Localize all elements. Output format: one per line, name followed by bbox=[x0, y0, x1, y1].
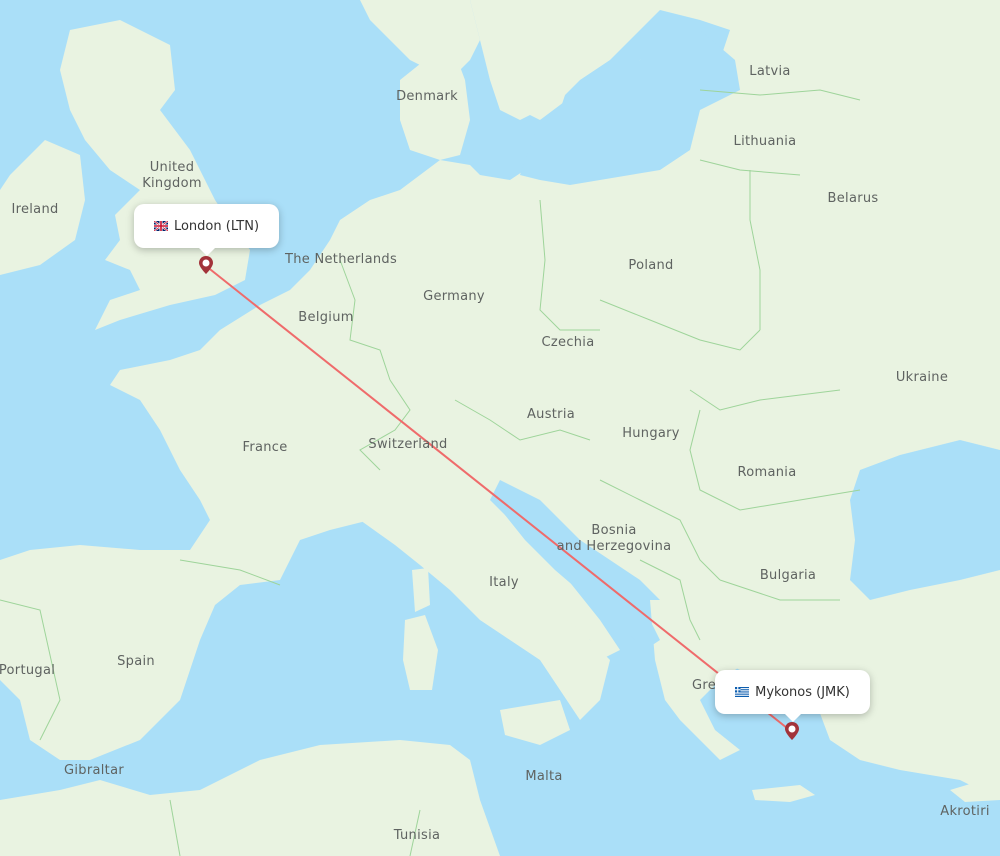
destination-airport-label: Mykonos (JMK) bbox=[755, 684, 850, 700]
country-label-united-kingdom: United Kingdom bbox=[142, 160, 202, 191]
country-label-lithuania: Lithuania bbox=[733, 134, 797, 149]
country-label-bulgaria: Bulgaria bbox=[759, 568, 817, 583]
route-map[interactable]: Latvia Denmark Lithuania United Kingdom … bbox=[0, 0, 1000, 856]
country-label-spain: Spain bbox=[117, 654, 155, 669]
country-label-ireland: Ireland bbox=[11, 202, 59, 217]
map-base bbox=[0, 0, 1000, 856]
country-label-latvia: Latvia bbox=[749, 64, 791, 79]
country-label-romania: Romania bbox=[737, 465, 797, 480]
country-label-ukraine: Ukraine bbox=[895, 370, 949, 385]
country-label-hungary: Hungary bbox=[622, 426, 680, 441]
country-label-greece: Gre bbox=[691, 678, 717, 693]
country-label-germany: Germany bbox=[423, 289, 485, 304]
country-label-akrotiri: Akrotiri bbox=[940, 804, 990, 819]
land-corsica bbox=[412, 568, 430, 612]
country-label-france: France bbox=[242, 440, 288, 455]
country-label-netherlands: The Netherlands bbox=[284, 252, 398, 267]
origin-map-pin-icon[interactable] bbox=[199, 256, 213, 274]
greece-flag-icon bbox=[735, 687, 750, 697]
country-label-poland: Poland bbox=[628, 258, 674, 273]
origin-airport-label: London (LTN) bbox=[173, 218, 260, 234]
country-label-italy: Italy bbox=[489, 575, 519, 590]
destination-airport-popup[interactable]: Mykonos (JMK) bbox=[715, 670, 870, 722]
country-label-belgium: Belgium bbox=[298, 310, 354, 325]
uk-flag-icon bbox=[153, 221, 168, 231]
origin-airport-popup[interactable]: London (LTN) bbox=[134, 204, 279, 256]
country-label-czechia: Czechia bbox=[541, 335, 595, 350]
country-label-austria: Austria bbox=[526, 407, 576, 422]
country-label-switzerland: Switzerland bbox=[368, 437, 448, 452]
country-label-belarus: Belarus bbox=[827, 191, 879, 206]
country-label-denmark: Denmark bbox=[396, 89, 458, 104]
country-label-bosnia: Bosnia and Herzegovina bbox=[556, 523, 672, 554]
country-label-tunisia: Tunisia bbox=[393, 828, 441, 843]
country-label-portugal: Portugal bbox=[0, 663, 56, 678]
country-label-malta: Malta bbox=[525, 769, 563, 784]
country-label-gibraltar: Gibraltar bbox=[64, 763, 124, 778]
destination-map-pin-icon[interactable] bbox=[785, 722, 799, 740]
